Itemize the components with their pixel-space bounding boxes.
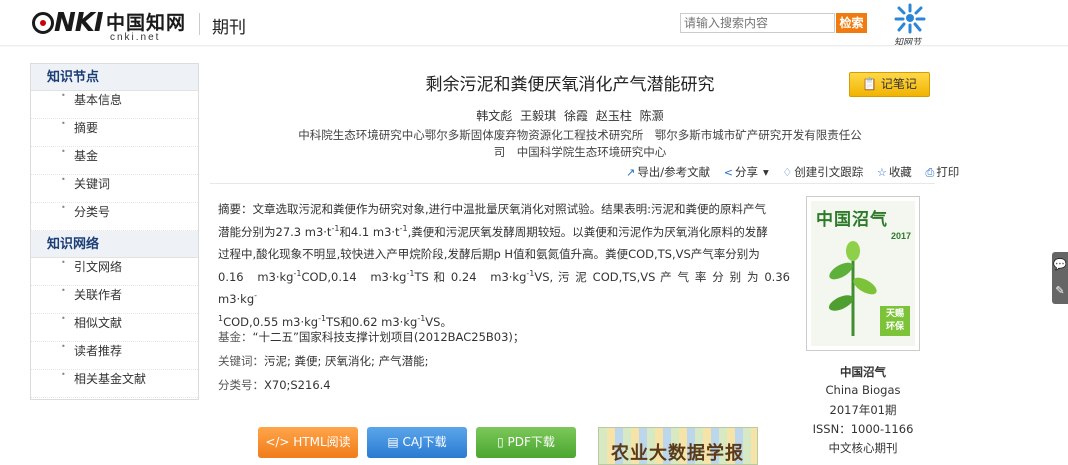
book-icon: ▤: [387, 435, 403, 449]
share-link[interactable]: < 分享 ▾: [724, 165, 774, 179]
plant-illustration-icon: [828, 241, 877, 336]
sidebar-head-knowledge-network: 知识网络: [31, 231, 198, 258]
abstract-text: 摘要：文章选取污泥和粪便作为研究对象,进行中温批量厌氧消化对照试验。结果表明:污…: [218, 202, 802, 329]
sidebar-item-related-fund-docs[interactable]: 相关基金文献: [31, 370, 198, 398]
ad-banner[interactable]: 农业大数据学报: [598, 427, 758, 465]
create-trace-link[interactable]: ♢ 创建引文跟踪: [782, 165, 868, 179]
export-icon: ↗: [626, 166, 636, 179]
logo-circle-icon: [32, 12, 54, 34]
header-divider: [199, 13, 200, 35]
fund-row: 基金：“十二五”国家科技支撑计划项目(2012BAC25B03)；: [218, 329, 524, 345]
author-link[interactable]: 徐霞: [564, 109, 588, 123]
document-icon: ▯: [497, 435, 508, 449]
sidebar-item-citation-network[interactable]: 引文网络: [31, 258, 198, 286]
sidebar-item-abstract[interactable]: 摘要: [31, 119, 198, 147]
fund-label: 基金：: [218, 330, 253, 344]
journal-issn: ISSN：1000-1166: [812, 422, 914, 436]
organization-line[interactable]: 中科院生态环境研究中心鄂尔多斯固体废弃物资源化工程技术研究所 鄂尔多斯市城市矿产…: [290, 127, 870, 144]
star-icon: ☆: [876, 166, 887, 179]
sidebar-head-knowledge-node: 知识节点: [31, 64, 198, 91]
classification-label: 分类号：: [218, 378, 264, 392]
pdf-download-button[interactable]: ▯ PDF下载: [476, 427, 576, 458]
sidebar-item-basic-info[interactable]: 基本信息: [31, 91, 198, 119]
sidebar-item-fund[interactable]: 基金: [31, 147, 198, 175]
bell-icon: ♢: [782, 166, 793, 179]
cnki-logo[interactable]: NKI 中国知网 cnki.net: [32, 8, 192, 43]
zhiwangjie-logo: 知网节: [890, 2, 930, 48]
journal-name-en: China Biogas: [825, 383, 901, 397]
take-note-label: 记笔记: [880, 77, 917, 91]
organization-line[interactable]: 司 中国科学院生态环境研究中心: [290, 144, 870, 161]
html-read-button[interactable]: </> HTML阅读: [258, 427, 358, 458]
author-link[interactable]: 韩文彪: [476, 109, 512, 123]
journal-issue[interactable]: 2017年01期: [806, 402, 920, 418]
journal-core-badge: 中文核心期刊: [828, 441, 898, 455]
print-icon: ⎙: [925, 166, 935, 179]
top-header: NKI 中国知网 cnki.net 期刊 检索 知网节: [0, 0, 1068, 48]
search-input[interactable]: [680, 13, 835, 33]
sidebar-item-similar-docs[interactable]: 相似文献: [31, 314, 198, 342]
section-title[interactable]: 期刊: [212, 13, 246, 38]
classification-value: X70;S216.4: [264, 378, 331, 392]
classification-row: 分类号：X70;S216.4: [218, 377, 331, 393]
share-icon: <: [723, 166, 733, 179]
sidebar-item-related-authors[interactable]: 关联作者: [31, 286, 198, 314]
journal-name[interactable]: 中国沼气: [806, 364, 920, 380]
author-link[interactable]: 王毅琪: [520, 109, 556, 123]
sidebar-item-reader-recommend[interactable]: 读者推荐: [31, 342, 198, 370]
take-note-button[interactable]: 📋 记笔记: [849, 72, 930, 97]
print-link[interactable]: ⎙ 打印: [925, 165, 964, 179]
keywords-label: 关键词：: [218, 354, 264, 368]
journal-cover[interactable]: 中国沼气 2017 天赐 环保: [806, 196, 920, 351]
cover-title: 中国沼气: [816, 210, 888, 230]
caj-download-button[interactable]: ▤ CAJ下载: [367, 427, 467, 458]
author-list: 韩文彪 王毅琪 徐霞 赵玉柱 陈灏: [350, 107, 790, 124]
fund-value[interactable]: “十二五”国家科技支撑计划项目(2012BAC25B03)；: [253, 330, 525, 344]
toolbar: ↗ 导出/参考文献 < 分享 ▾ ♢ 创建引文跟踪 ☆ 收藏 ⎙ 打印: [626, 164, 959, 182]
chevron-down-icon: ▾: [762, 165, 769, 179]
sidebar-item-keywords[interactable]: 关键词: [31, 175, 198, 203]
author-link[interactable]: 陈灏: [640, 109, 664, 123]
keywords-row: 关键词：污泥; 粪便; 厌氧消化; 产气潜能;: [218, 353, 428, 369]
abstract-label: 摘要：: [218, 202, 253, 216]
edit-icon[interactable]: ✎: [1052, 278, 1068, 304]
sidebar-item-classification[interactable]: 分类号: [31, 203, 198, 231]
keywords-value[interactable]: 污泥; 粪便; 厌氧消化; 产气潜能;: [264, 354, 428, 368]
cover-tag: 天赐 环保: [880, 306, 910, 336]
note-icon: 📋: [862, 77, 881, 91]
paper-title: 剩余污泥和粪便厌氧消化产气潜能研究: [425, 75, 715, 95]
search-button[interactable]: 检索: [836, 13, 867, 33]
content-divider: [210, 183, 935, 184]
cover-year: 2017: [890, 231, 911, 241]
floating-toolbar: 💬 ✎: [1052, 252, 1068, 304]
logo-cn-text: 中国知网: [106, 12, 187, 34]
sidebar: 知识节点 基本信息 摘要 基金 关键词 分类号 知识网络 引文网络 关联作者 相…: [30, 63, 199, 400]
comment-icon[interactable]: 💬: [1052, 252, 1068, 278]
zhiwangjie-icon: [894, 3, 926, 34]
organization-list: 中科院生态环境研究中心鄂尔多斯固体废弃物资源化工程技术研究所 鄂尔多斯市城市矿产…: [290, 127, 870, 161]
favorite-link[interactable]: ☆ 收藏: [877, 165, 917, 179]
logo-url-text: cnki.net: [110, 32, 161, 43]
author-link[interactable]: 赵玉柱: [596, 109, 632, 123]
code-icon: </>: [265, 435, 294, 449]
export-link[interactable]: ↗ 导出/参考文献: [626, 165, 715, 179]
